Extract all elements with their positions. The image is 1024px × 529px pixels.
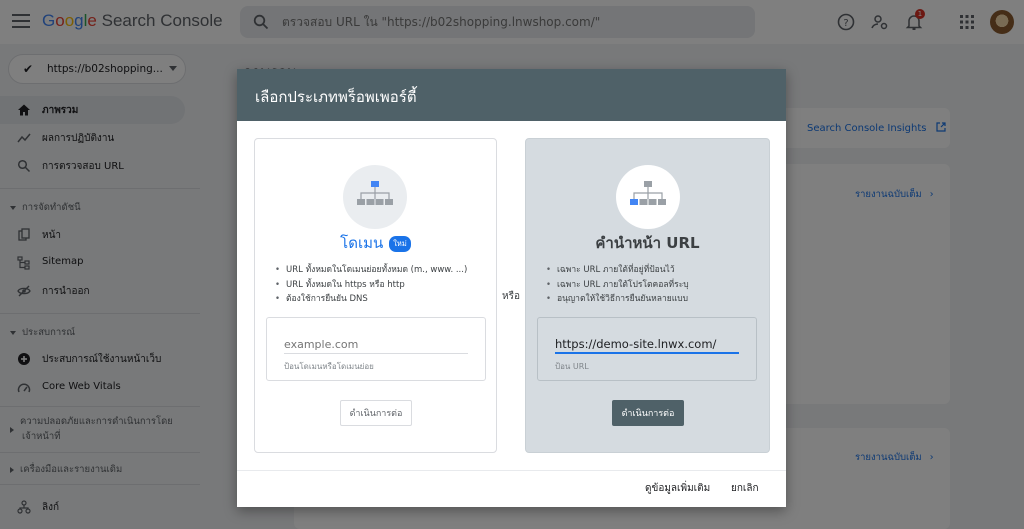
new-badge: ใหม่ (389, 235, 411, 252)
list-item: เฉพาะ URL ภายใต้ที่อยู่ที่ป้อนไว้ (546, 263, 689, 278)
domain-tree-icon (357, 181, 393, 205)
list-item: ต้องใช้การยืนยัน DNS (275, 292, 467, 307)
domain-title: โดเมน ใหม่ (255, 231, 496, 255)
url-prefix-continue-button[interactable]: ดำเนินการต่อ (612, 400, 684, 426)
dialog-footer-divider (237, 470, 786, 471)
url-prefix-input[interactable] (555, 335, 739, 354)
domain-title-label: โดเมน (340, 234, 384, 252)
domain-field-box: ป้อนโดเมนหรือโดเมนย่อย (266, 317, 486, 381)
url-prefix-input-hint: ป้อน URL (555, 362, 589, 371)
dialog-title: เลือกประเภทพร็อพเพอร์ตี้ (255, 88, 417, 106)
url-prefix-icon-circle (616, 165, 680, 229)
domain-feature-list: URL ทั้งหมดในโดเมนย่อยทั้งหมด (m., www. … (275, 263, 467, 307)
list-item: เฉพาะ URL ภายใต้โปรโตคอลที่ระบุ (546, 278, 689, 293)
url-prefix-tree-icon (630, 181, 666, 205)
domain-continue-button[interactable]: ดำเนินการต่อ (340, 400, 412, 426)
select-property-type-dialog: เลือกประเภทพร็อพเพอร์ตี้ โดเมน ใหม่ URL ท… (237, 69, 786, 507)
domain-input[interactable] (284, 335, 468, 354)
or-label: หรือ (502, 291, 520, 302)
url-prefix-field-box: ป้อน URL (537, 317, 757, 381)
domain-option-panel[interactable]: โดเมน ใหม่ URL ทั้งหมดในโดเมนย่อยทั้งหมด … (254, 138, 497, 453)
list-item: URL ทั้งหมดใน https หรือ http (275, 278, 467, 293)
url-prefix-title: คำนำหน้า URL (595, 234, 700, 252)
list-item: อนุญาตให้ใช้วิธีการยืนยันหลายแบบ (546, 292, 689, 307)
url-prefix-feature-list: เฉพาะ URL ภายใต้ที่อยู่ที่ป้อนไว้ เฉพาะ … (546, 263, 689, 307)
domain-icon-circle (343, 165, 407, 229)
url-prefix-option-panel[interactable]: คำนำหน้า URL เฉพาะ URL ภายใต้ที่อยู่ที่ป… (525, 138, 770, 453)
learn-more-button[interactable]: ดูข้อมูลเพิ่มเติม (645, 481, 710, 496)
domain-input-hint: ป้อนโดเมนหรือโดเมนย่อย (284, 362, 374, 371)
cancel-button[interactable]: ยกเลิก (731, 481, 759, 496)
dialog-header: เลือกประเภทพร็อพเพอร์ตี้ (237, 69, 786, 121)
list-item: URL ทั้งหมดในโดเมนย่อยทั้งหมด (m., www. … (275, 263, 467, 278)
